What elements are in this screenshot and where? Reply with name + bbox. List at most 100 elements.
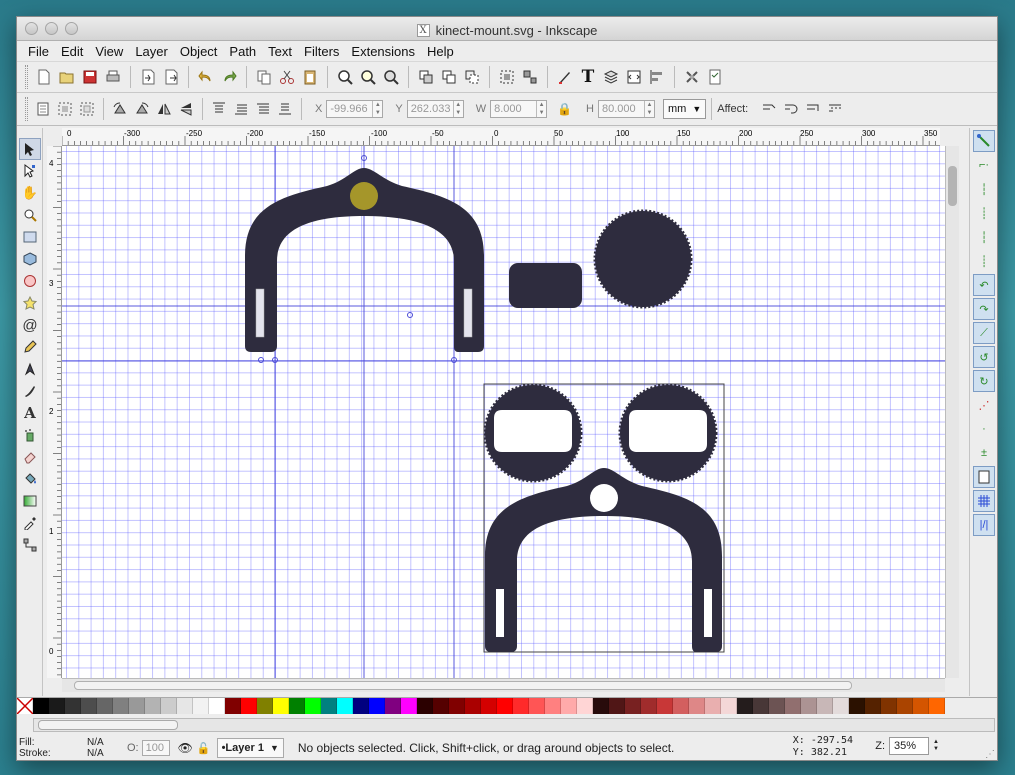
fill-stroke-indicator[interactable]: Fill: N/A Stroke: N/A <box>17 737 127 759</box>
color-swatch[interactable] <box>657 698 673 714</box>
minimize-window-button[interactable] <box>45 22 58 35</box>
menu-object[interactable]: Object <box>174 44 224 59</box>
star-tool-icon[interactable] <box>19 292 41 314</box>
h-stepper[interactable]: ▲ ▼ <box>643 101 654 117</box>
scale-corners-icon[interactable] <box>780 98 802 120</box>
deselect-icon[interactable] <box>76 98 98 120</box>
color-swatch[interactable] <box>49 698 65 714</box>
snap-guides-icon[interactable]: |/| <box>973 514 995 536</box>
vertical-scrollbar[interactable] <box>945 146 959 678</box>
controls-handle[interactable] <box>25 97 28 121</box>
raise-to-top-icon[interactable] <box>208 98 230 120</box>
opacity-input[interactable]: 100 <box>141 740 170 756</box>
dropper-tool-icon[interactable] <box>19 512 41 534</box>
snap-bbox-midpoints-icon[interactable]: ┆ <box>973 226 995 248</box>
menu-extensions[interactable]: Extensions <box>345 44 421 59</box>
preferences-icon[interactable] <box>681 66 703 88</box>
unit-select[interactable]: mm ▼ <box>662 99 707 119</box>
print-icon[interactable] <box>102 66 124 88</box>
tweak-tool-icon[interactable]: ✋ <box>19 182 41 204</box>
fill-stroke-icon[interactable] <box>554 66 576 88</box>
y-stepper[interactable]: ▲ ▼ <box>452 101 463 117</box>
menu-view[interactable]: View <box>89 44 129 59</box>
document-properties-icon[interactable] <box>704 66 726 88</box>
color-swatch[interactable] <box>881 698 897 714</box>
color-swatch[interactable] <box>433 698 449 714</box>
x-stepper[interactable]: ▲ ▼ <box>372 101 382 117</box>
scale-stroke-icon[interactable] <box>758 98 780 120</box>
color-swatch[interactable] <box>353 698 369 714</box>
node-tool-icon[interactable] <box>19 160 41 182</box>
zoom-drawing-icon[interactable] <box>357 66 379 88</box>
eraser-tool-icon[interactable] <box>19 446 41 468</box>
3d-box-tool-icon[interactable] <box>19 248 41 270</box>
color-swatch[interactable] <box>497 698 513 714</box>
mount-bracket-bottom[interactable] <box>485 468 722 652</box>
color-swatch[interactable] <box>305 698 321 714</box>
padlock-icon[interactable]: 🔓 <box>197 742 211 755</box>
zoom-input[interactable]: 35% <box>889 737 930 755</box>
snap-bbox-corners-icon[interactable]: ┊ <box>973 202 995 224</box>
snap-nodes-icon[interactable]: ↶ <box>973 274 995 296</box>
zoom-page-icon[interactable] <box>380 66 402 88</box>
color-swatch[interactable] <box>209 698 225 714</box>
snap-midpoints-icon[interactable]: ⋰ <box>973 394 995 416</box>
menu-file[interactable]: File <box>22 44 55 59</box>
color-swatch[interactable] <box>177 698 193 714</box>
color-swatch[interactable] <box>577 698 593 714</box>
color-swatch[interactable] <box>401 698 417 714</box>
h-value[interactable]: 80.000 <box>602 103 644 115</box>
horizontal-scrollbar[interactable] <box>62 678 945 692</box>
menu-layer[interactable]: Layer <box>129 44 174 59</box>
close-window-button[interactable] <box>25 22 38 35</box>
text-font-icon[interactable]: T <box>577 66 599 88</box>
rotate-ccw-icon[interactable] <box>109 98 131 120</box>
menu-text[interactable]: Text <box>262 44 298 59</box>
color-swatch[interactable] <box>721 698 737 714</box>
snap-toggle-icon[interactable] <box>973 130 995 152</box>
lower-icon[interactable] <box>252 98 274 120</box>
color-swatch[interactable] <box>465 698 481 714</box>
resize-grip-icon[interactable]: ⋰ <box>985 749 995 760</box>
color-swatch[interactable] <box>561 698 577 714</box>
snap-rotation-centers-icon[interactable]: ± <box>973 442 995 464</box>
color-swatch[interactable] <box>593 698 609 714</box>
new-document-icon[interactable] <box>33 66 55 88</box>
clone-icon[interactable] <box>438 66 460 88</box>
color-swatch[interactable] <box>97 698 113 714</box>
zoom-selection-icon[interactable] <box>334 66 356 88</box>
color-swatch[interactable] <box>529 698 545 714</box>
ellipse-tool-icon[interactable] <box>19 270 41 292</box>
palette-scroll-thumb[interactable] <box>38 720 178 730</box>
color-swatch[interactable] <box>929 698 945 714</box>
snap-bbox-edges-icon[interactable]: ┆ <box>973 178 995 200</box>
snap-grids-icon[interactable] <box>973 490 995 512</box>
color-swatch[interactable] <box>113 698 129 714</box>
spiral-tool-icon[interactable]: @ <box>19 314 41 336</box>
snap-bbox-icon[interactable]: ⌐· <box>973 154 995 176</box>
snap-paths-icon[interactable]: ↷ <box>973 298 995 320</box>
cut-icon[interactable] <box>276 66 298 88</box>
w-value[interactable]: 8.000 <box>494 103 536 115</box>
flip-horizontal-icon[interactable] <box>153 98 175 120</box>
color-swatch[interactable] <box>161 698 177 714</box>
duplicate-icon[interactable] <box>415 66 437 88</box>
color-swatch[interactable] <box>769 698 785 714</box>
connector-tool-icon[interactable] <box>19 534 41 556</box>
export-icon[interactable] <box>160 66 182 88</box>
color-swatch[interactable] <box>641 698 657 714</box>
color-swatch[interactable] <box>417 698 433 714</box>
color-swatch[interactable] <box>33 698 49 714</box>
paste-icon[interactable] <box>299 66 321 88</box>
align-distribute-icon[interactable] <box>646 66 668 88</box>
palette-scrollbar[interactable] <box>33 718 995 732</box>
color-swatch[interactable] <box>689 698 705 714</box>
color-swatch[interactable] <box>625 698 641 714</box>
unlink-clone-icon[interactable] <box>461 66 483 88</box>
color-swatch[interactable] <box>817 698 833 714</box>
color-swatch[interactable] <box>337 698 353 714</box>
snap-cusp-nodes-icon[interactable]: ↺ <box>973 346 995 368</box>
menu-filters[interactable]: Filters <box>298 44 345 59</box>
undo-icon[interactable] <box>195 66 217 88</box>
menu-path[interactable]: Path <box>223 44 262 59</box>
